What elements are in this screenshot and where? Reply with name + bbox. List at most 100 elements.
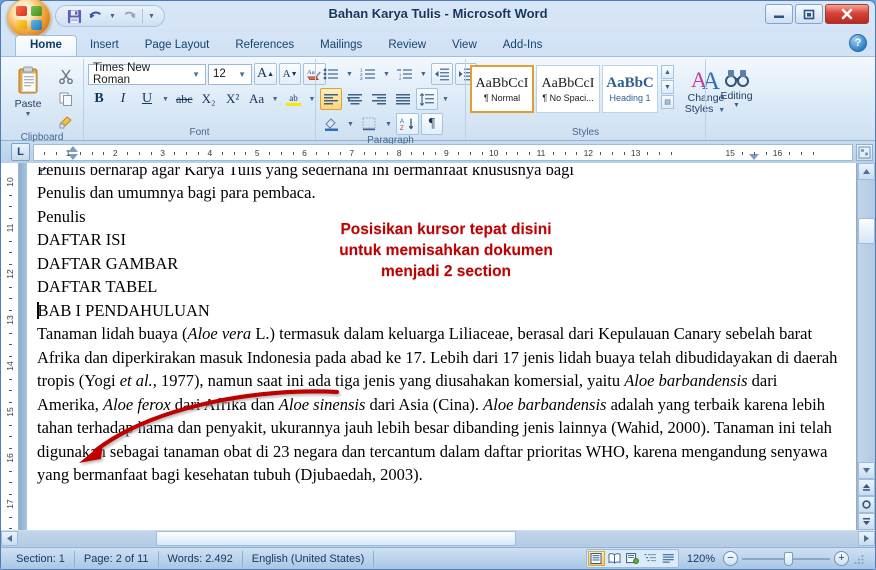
text-highlight-button[interactable]: ab <box>283 88 305 110</box>
underline-button[interactable]: U <box>136 88 158 110</box>
draft-view-button[interactable] <box>660 551 677 566</box>
resize-grip-icon[interactable] <box>853 553 865 565</box>
redo-icon[interactable] <box>120 7 139 25</box>
bullets-button[interactable] <box>320 63 342 85</box>
vertical-ruler[interactable]: 10 11 12 13 14 15 16 17 <box>1 163 19 530</box>
previous-page-button[interactable] <box>858 479 875 496</box>
tab-home[interactable]: Home <box>15 35 77 56</box>
grow-font-button[interactable]: A ▲ <box>254 63 278 85</box>
scroll-up-button[interactable] <box>858 163 875 180</box>
paste-button[interactable]: Paste ▼ <box>5 63 51 118</box>
status-page[interactable]: Page: 2 of 11 <box>75 550 159 567</box>
close-button[interactable] <box>825 4 869 24</box>
ruler-mark-3: 3 <box>160 148 165 158</box>
next-page-button[interactable] <box>858 513 875 530</box>
styles-scroll-up-button[interactable]: ▲ <box>661 65 674 79</box>
horizontal-scrollbar[interactable] <box>1 530 875 547</box>
style-no-spacing[interactable]: AaBbCcI ¶ No Spaci... <box>536 65 600 113</box>
subscript-button[interactable]: X₂ <box>198 88 220 110</box>
decrease-indent-button[interactable] <box>430 63 453 85</box>
line-spacing-button[interactable] <box>416 88 438 110</box>
outline-view-button[interactable] <box>642 551 659 566</box>
tab-stop-selector[interactable]: L <box>11 143 30 161</box>
multilevel-dropdown-icon[interactable]: ▼ <box>418 71 429 78</box>
paste-dropdown-icon[interactable]: ▼ <box>23 111 34 118</box>
tab-add-ins[interactable]: Add-Ins <box>490 35 556 56</box>
undo-dropdown-icon[interactable]: ▼ <box>107 13 118 20</box>
tab-review[interactable]: Review <box>375 35 439 56</box>
copy-icon[interactable] <box>55 89 77 109</box>
format-painter-icon[interactable] <box>55 112 77 132</box>
save-icon[interactable] <box>65 7 84 25</box>
numbering-dropdown-icon[interactable]: ▼ <box>381 71 392 78</box>
tab-mailings[interactable]: Mailings <box>307 35 375 56</box>
tab-page-layout[interactable]: Page Layout <box>132 35 223 56</box>
zoom-level-label[interactable]: 120% <box>683 553 719 565</box>
bold-button[interactable]: B <box>88 88 110 110</box>
full-screen-reading-view-button[interactable] <box>606 551 623 566</box>
vertical-scrollbar[interactable] <box>857 163 875 530</box>
styles-scroll-down-button[interactable]: ▼ <box>661 80 674 94</box>
font-size-combo[interactable]: 12 ▼ <box>208 63 252 85</box>
align-right-button[interactable] <box>368 88 390 110</box>
scroll-left-button[interactable] <box>1 531 18 546</box>
vertical-scroll-track[interactable] <box>858 180 875 462</box>
zoom-in-button[interactable]: + <box>834 551 849 566</box>
multilevel-list-button[interactable]: 12 <box>394 63 416 85</box>
strikethrough-button[interactable]: abc <box>173 88 196 110</box>
bullets-dropdown-icon[interactable]: ▼ <box>344 71 355 78</box>
horizontal-scroll-track[interactable] <box>18 531 858 546</box>
change-case-dropdown-icon[interactable]: ▼ <box>270 96 281 103</box>
shading-dropdown-icon[interactable]: ▼ <box>345 121 356 128</box>
style-heading-1[interactable]: AaBbC Heading 1 <box>602 65 658 113</box>
status-section[interactable]: Section: 1 <box>7 550 75 567</box>
font-name-dropdown-icon[interactable]: ▼ <box>189 70 203 79</box>
borders-button[interactable] <box>358 113 381 135</box>
zoom-out-button[interactable]: − <box>723 551 738 566</box>
editing-dropdown-icon[interactable]: ▼ <box>731 102 742 109</box>
customize-qat-icon[interactable]: ▼ <box>146 13 157 20</box>
web-layout-view-button[interactable] <box>624 551 641 566</box>
shading-button[interactable] <box>320 113 343 135</box>
editing-button[interactable]: Editing ▼ <box>710 65 763 109</box>
show-formatting-marks-button[interactable]: ¶ <box>420 113 443 135</box>
numbering-button[interactable]: 123 <box>357 63 379 85</box>
zoom-slider[interactable] <box>742 551 830 566</box>
print-layout-view-button[interactable] <box>587 551 605 566</box>
help-button[interactable]: ? <box>849 34 867 52</box>
horizontal-scroll-thumb[interactable] <box>156 531 516 546</box>
cut-icon[interactable] <box>55 66 77 86</box>
styles-more-button[interactable]: ▤ <box>661 95 674 109</box>
underline-dropdown-icon[interactable]: ▼ <box>160 96 171 103</box>
sort-button[interactable]: AZ <box>395 113 419 135</box>
select-browse-object-button[interactable] <box>858 496 875 513</box>
align-left-button[interactable] <box>320 88 342 110</box>
line-spacing-dropdown-icon[interactable]: ▼ <box>440 96 451 103</box>
status-words[interactable]: Words: 2.492 <box>159 550 243 567</box>
status-language[interactable]: English (United States) <box>243 550 375 567</box>
vertical-scroll-thumb[interactable] <box>858 218 875 244</box>
superscript-button[interactable]: X² <box>222 88 244 110</box>
style-normal[interactable]: AaBbCcI ¶ Normal <box>470 65 534 113</box>
change-case-button[interactable]: Aa <box>246 88 268 110</box>
tab-references[interactable]: References <box>222 35 307 56</box>
zoom-slider-handle[interactable] <box>784 551 793 566</box>
select-browse-object-icon[interactable] <box>856 143 873 161</box>
font-name-combo[interactable]: Times New Roman ▼ <box>88 62 206 86</box>
tab-view[interactable]: View <box>439 35 490 56</box>
horizontal-ruler[interactable]: 1 2 3 4 5 6 7 8 9 10 11 12 13 15 16 <box>33 143 853 161</box>
ruler-tick <box>387 151 389 155</box>
restore-button[interactable] <box>795 4 823 24</box>
undo-icon[interactable] <box>86 7 105 25</box>
font-size-dropdown-icon[interactable]: ▼ <box>235 70 249 79</box>
minimize-button[interactable] <box>765 4 793 24</box>
borders-dropdown-icon[interactable]: ▼ <box>383 121 394 128</box>
scroll-down-button[interactable] <box>858 462 875 479</box>
italic-button[interactable]: I <box>112 88 134 110</box>
shrink-font-button[interactable]: A ▼ <box>279 63 302 85</box>
scroll-right-button[interactable] <box>858 531 875 546</box>
document-text[interactable]: Penulis berharap agar Karya Tulis yang s… <box>37 167 842 487</box>
align-center-button[interactable] <box>344 88 366 110</box>
justify-button[interactable] <box>392 88 414 110</box>
tab-insert[interactable]: Insert <box>77 35 132 56</box>
